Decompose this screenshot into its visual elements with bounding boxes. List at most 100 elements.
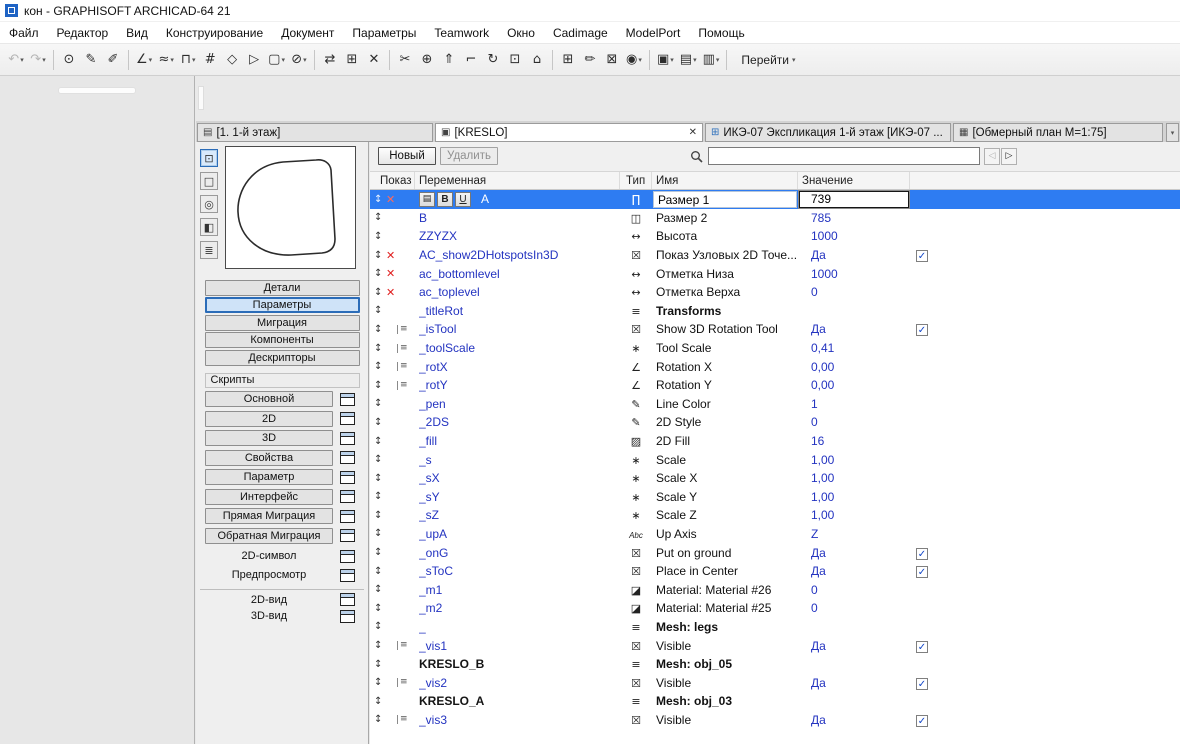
close-icon[interactable]: ✕ [689,127,697,138]
show-toggle-icon[interactable]: ↕ [374,491,385,502]
parameter-row[interactable]: ↕≡_isTool☒Show 3D Rotation ToolДа✓ [370,320,1180,339]
parameter-row[interactable]: ↕_≡Mesh: legs [370,618,1180,637]
sidebar-tab-components[interactable]: Компоненты [205,332,360,348]
tab-layout[interactable]: ▦[Обмерный план М=1:75] [953,123,1163,142]
sidebar-tab-parameters[interactable]: Параметры [205,297,360,313]
show-toggle-icon[interactable]: ↕ [374,250,385,261]
row-checkbox[interactable]: ✓ [916,678,928,690]
menu-window[interactable]: Окно [498,22,544,44]
row-checkbox[interactable]: ✓ [916,641,928,653]
show-toggle-icon[interactable]: ↕ [374,194,385,205]
tab-object-kreslo[interactable]: ▣[KRESLO]✕ [435,123,703,142]
new-parameter-button[interactable]: Новый [378,147,436,165]
edit-mesh-button[interactable]: ⊞ [557,48,579,72]
mode-2d-symbol-button[interactable]: □ [200,172,218,190]
parameter-row[interactable]: ↕≡_rotX∠Rotation X0,00 [370,357,1180,376]
parameter-row[interactable]: ↕_m1◪Material: Material #260 [370,580,1180,599]
show-toggle-icon[interactable]: ↕ [374,714,385,725]
row-checkbox[interactable]: ✓ [916,324,928,336]
picture-toggle-button[interactable]: ▤ [419,192,435,207]
grid-snap-button[interactable]: # [199,48,221,72]
parameter-row[interactable]: ↕✕AC_show2DHotspotsIn3D☒Показ Узловых 2D… [370,246,1180,265]
pick-up-parameters-button[interactable]: ✎ [80,48,102,72]
show-toggle-icon[interactable]: ↕ [374,231,385,242]
tab-overflow-button[interactable]: ▾ [1166,123,1179,142]
snap-guides-button[interactable]: ≈▾ [155,48,177,72]
explode-button[interactable]: ⊡ [504,48,526,72]
magic-wand-button[interactable]: ✏ [579,48,601,72]
preview-window-icon[interactable] [340,569,355,582]
parameter-row[interactable]: ↕_sToC☒Place in CenterДа✓ [370,562,1180,581]
redo-button[interactable]: ↷▾ [27,48,49,72]
row-checkbox[interactable]: ✓ [916,715,928,727]
properties-script-window-icon[interactable] [340,451,355,464]
show-toggle-icon[interactable]: ↕ [374,454,385,465]
find-previous-button[interactable]: ◁ [984,148,1000,165]
inject-parameters-button[interactable]: ✐ [102,48,124,72]
interface-script-button[interactable]: Интерфейс [205,489,333,505]
parameter-row[interactable]: ↕_pen✎Line Color1 [370,395,1180,414]
bold-toggle-button[interactable]: B [437,192,453,207]
show-toggle-icon[interactable]: ↕ [374,510,385,521]
mode-section-button[interactable]: ≣ [200,241,218,259]
show-toggle-icon[interactable]: ↕ [374,566,385,577]
parameter-row[interactable]: ↕_2DS✎2D Style0 [370,413,1180,432]
underline-toggle-button[interactable]: U [455,192,471,207]
show-toggle-icon[interactable]: ↕ [374,547,385,558]
mode-parameters-button[interactable]: ⊡ [200,149,218,167]
parameter-row[interactable]: ↕✕▤BUA∏Размер 1 [370,190,1180,209]
2d-symbol-window-icon[interactable] [340,550,355,563]
search-input[interactable] [708,147,980,165]
find-next-button[interactable]: ▷ [1001,148,1017,165]
arrow-tool-button[interactable]: ▷ [243,48,265,72]
backward-migration-script-window-icon[interactable] [340,529,355,542]
show-toggle-icon[interactable]: ↕ [374,305,385,316]
sidebar-tab-descriptors[interactable]: Дескрипторы [205,350,360,366]
master-script-window-icon[interactable] [340,393,355,406]
parameter-row[interactable]: ↕✕ac_toplevel↔Отметка Верха0 [370,283,1180,302]
parameter-row[interactable]: ↕_sX∗Scale X1,00 [370,469,1180,488]
parameter-row[interactable]: ↕≡_vis1☒VisibleДа✓ [370,636,1180,655]
zoom-button[interactable]: ⊕ [416,48,438,72]
sidebar-tab-details[interactable]: Детали [205,280,360,296]
snap-points-button[interactable]: ⊓▾ [177,48,199,72]
2d-view-window-icon[interactable] [340,593,355,606]
parameter-row[interactable]: ↕_sY∗Scale Y1,00 [370,488,1180,507]
menu-design[interactable]: Конструирование [157,22,272,44]
show-toggle-icon[interactable]: ↕ [374,640,385,651]
window-layout-2-button[interactable]: ▤▾ [677,48,700,72]
camera-button[interactable]: ◉▾ [623,48,645,72]
show-toggle-icon[interactable]: ↕ [374,436,385,447]
parameter-row[interactable]: ↕_titleRot≡Transforms [370,302,1180,321]
rotate-button[interactable]: ↻ [482,48,504,72]
3d-script-window-icon[interactable] [340,432,355,445]
close-tool-button[interactable]: ✕ [363,48,385,72]
trim-button[interactable]: ⌐ [460,48,482,72]
name-edit-field[interactable]: Размер 1 [653,191,797,208]
menu-options[interactable]: Параметры [343,22,425,44]
menu-help[interactable]: Помощь [689,22,753,44]
suspend-groups-button[interactable]: ⊘▾ [288,48,310,72]
undo-button[interactable]: ↶▾ [5,48,27,72]
parameter-row[interactable]: ↕ZZYZX↔Высота1000 [370,227,1180,246]
menu-cadimage[interactable]: Cadimage [544,22,617,44]
show-toggle-icon[interactable]: ↕ [374,584,385,595]
2d-script-window-icon[interactable] [340,412,355,425]
backward-migration-script-button[interactable]: Обратная Миграция [205,528,333,544]
show-toggle-icon[interactable]: ↕ [374,398,385,409]
parameter-row[interactable]: ↕_fill▨2D Fill16 [370,432,1180,451]
forward-migration-script-button[interactable]: Прямая Миграция [205,508,333,524]
properties-script-button[interactable]: Свойства [205,450,333,466]
parameter-row[interactable]: ↕_s∗Scale1,00 [370,450,1180,469]
home-view-button[interactable]: ⌂ [526,48,548,72]
align-elements-button[interactable]: ⊞ [341,48,363,72]
parameter-row[interactable]: ↕_m2◪Material: Material #250 [370,599,1180,618]
show-toggle-icon[interactable]: ↕ [374,528,385,539]
2d-script-button[interactable]: 2D [205,411,333,427]
show-toggle-icon[interactable]: ↕ [374,361,385,372]
parameter-script-button[interactable]: Параметр [205,469,333,485]
show-toggle-icon[interactable]: ↕ [374,380,385,391]
menu-document[interactable]: Документ [272,22,343,44]
show-toggle-icon[interactable]: ↕ [374,287,385,298]
parameter-row[interactable]: ↕B◫Размер 2785 [370,209,1180,228]
